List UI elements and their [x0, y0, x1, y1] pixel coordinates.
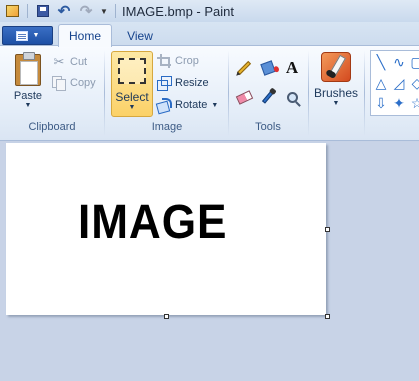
- shapes-gallery[interactable]: ╲ ∿ ▢ △ ◿ ◇ ⇩ ✦ ☆: [370, 50, 419, 116]
- redo-icon[interactable]: ↷: [78, 3, 94, 20]
- fill-tool[interactable]: [257, 57, 279, 79]
- title-bar: ↶ ↷ ▼ IMAGE.bmp - Paint: [0, 0, 419, 22]
- crop-label: Crop: [175, 55, 199, 67]
- customize-toolbar-chevron-down-icon[interactable]: ▼: [98, 3, 110, 19]
- four-point-star-shape-icon[interactable]: ✦: [391, 95, 407, 111]
- group-separator: [364, 50, 365, 136]
- line-shape-icon[interactable]: ╲: [373, 54, 389, 70]
- brushes-label: Brushes: [313, 86, 359, 100]
- scissors-icon: ✂: [53, 54, 65, 69]
- cut-button[interactable]: ✂ Cut: [52, 52, 88, 72]
- chevron-down-icon: ▼: [211, 101, 219, 109]
- star-shape-icon[interactable]: ☆: [409, 95, 419, 111]
- chevron-down-icon: ▼: [332, 100, 340, 107]
- separator: [115, 4, 116, 18]
- magnifier-tool[interactable]: [281, 86, 303, 108]
- pencil-tool[interactable]: [233, 57, 255, 79]
- select-label: Select: [115, 90, 149, 104]
- clipboard-icon: [15, 52, 41, 86]
- paste-label: Paste: [13, 90, 43, 102]
- arrow-down-shape-icon[interactable]: ⇩: [373, 95, 389, 111]
- eraser-icon: [235, 89, 253, 105]
- fill-icon: [260, 60, 276, 76]
- separator: [27, 4, 28, 18]
- select-button[interactable]: Select ▼: [111, 51, 153, 117]
- copy-button[interactable]: Copy: [52, 73, 96, 93]
- save-icon[interactable]: [36, 3, 50, 19]
- right-triangle-shape-icon[interactable]: ◿: [391, 75, 407, 91]
- resize-button[interactable]: Resize: [157, 73, 209, 93]
- resize-label: Resize: [175, 77, 209, 89]
- drawing-canvas[interactable]: IMAGE: [6, 143, 326, 315]
- document-icon: [15, 30, 28, 41]
- rotate-button[interactable]: Rotate ▼: [157, 95, 218, 115]
- window-title: IMAGE.bmp - Paint: [122, 4, 234, 19]
- pencil-icon: [236, 60, 252, 76]
- crop-icon: [157, 54, 171, 68]
- curve-shape-icon[interactable]: ∿: [391, 54, 407, 70]
- rotate-icon: [157, 98, 172, 112]
- color-picker-icon: [261, 90, 275, 104]
- brush-icon: [321, 52, 351, 82]
- resize-handle-bottom[interactable]: [164, 314, 169, 319]
- resize-handle-corner[interactable]: [325, 314, 330, 319]
- text-icon: A: [285, 58, 299, 77]
- image-group-label: Image: [151, 121, 183, 133]
- file-menu-button[interactable]: ▼: [2, 26, 53, 45]
- eraser-tool[interactable]: [233, 86, 255, 108]
- group-separator: [308, 50, 309, 136]
- paint-app-icon[interactable]: [4, 3, 20, 19]
- canvas-image-text: IMAGE: [78, 196, 228, 249]
- undo-icon[interactable]: ↶: [56, 3, 72, 20]
- color-picker-tool[interactable]: [257, 86, 279, 108]
- group-separator: [104, 50, 105, 136]
- clipboard-group-label: Clipboard: [28, 121, 76, 133]
- crop-button[interactable]: Crop: [157, 51, 199, 71]
- diamond-shape-icon[interactable]: ◇: [409, 75, 419, 91]
- brushes-button[interactable]: Brushes ▼: [312, 52, 360, 118]
- text-tool[interactable]: A: [281, 57, 303, 79]
- paste-button[interactable]: Paste ▼: [8, 52, 48, 116]
- magnifier-icon: [286, 91, 298, 103]
- chevron-down-icon: ▼: [32, 32, 40, 39]
- chevron-down-icon: ▼: [128, 104, 136, 111]
- triangle-shape-icon[interactable]: △: [373, 75, 389, 91]
- tab-home[interactable]: Home: [58, 24, 112, 47]
- tab-view[interactable]: View: [118, 24, 162, 47]
- chevron-down-icon: ▼: [24, 102, 32, 109]
- selection-icon: [118, 58, 146, 84]
- ribbon: Paste ▼ ✂ Cut Copy Clipboard Select ▼ Cr…: [0, 46, 419, 141]
- cut-label: Cut: [70, 56, 88, 68]
- group-separator: [228, 50, 229, 136]
- copy-label: Copy: [70, 77, 96, 89]
- resize-icon: [157, 76, 172, 91]
- rectangle-shape-icon[interactable]: ▢: [409, 54, 419, 70]
- rotate-label: Rotate: [175, 99, 208, 111]
- copy-icon: [52, 76, 66, 91]
- tools-group-label: Tools: [255, 121, 281, 133]
- resize-handle-right[interactable]: [325, 227, 330, 232]
